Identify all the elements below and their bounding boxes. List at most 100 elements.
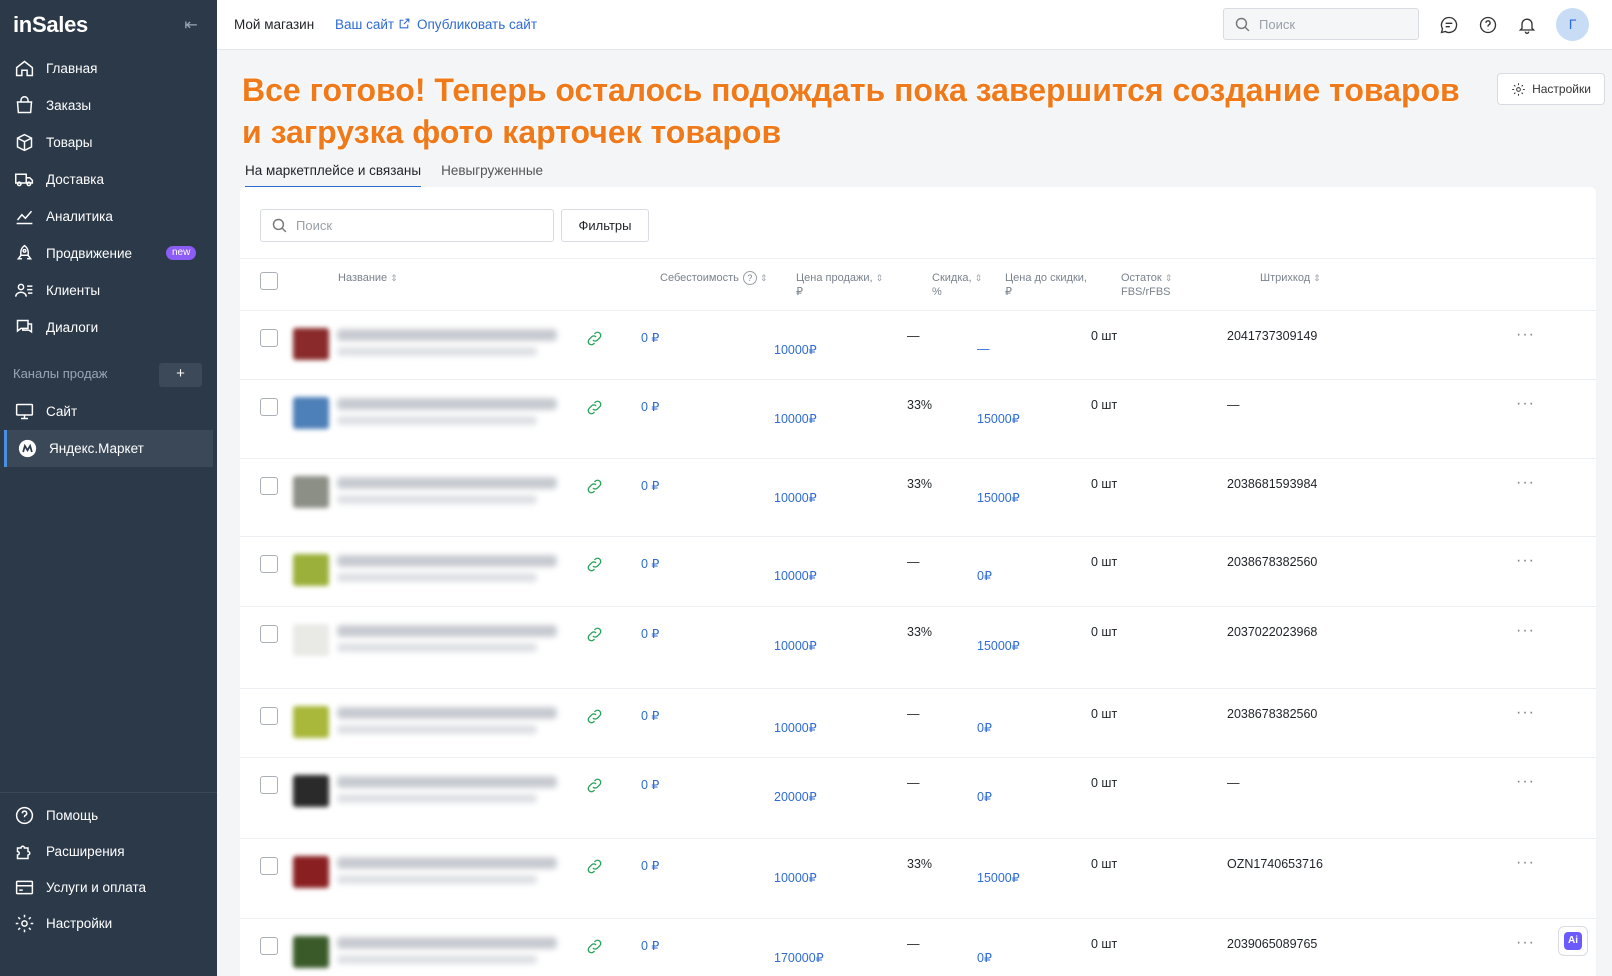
price-before-value[interactable]: 0₽ — [977, 720, 992, 735]
row-checkbox[interactable] — [260, 477, 278, 495]
tab-not-uploaded[interactable]: Невыгруженные — [441, 163, 543, 188]
publish-site-link[interactable]: Опубликовать сайт — [417, 17, 537, 32]
product-name-blurred[interactable] — [337, 477, 557, 489]
product-name-blurred[interactable] — [337, 937, 557, 949]
link-icon[interactable] — [585, 555, 605, 575]
column-price-before[interactable]: Цена до скидки, ₽ — [1005, 271, 1087, 299]
sidebar-bottom-item-0[interactable]: Помощь — [0, 797, 217, 833]
more-icon[interactable]: ··· — [1516, 395, 1535, 413]
link-icon[interactable] — [585, 776, 605, 796]
channel-item-1[interactable]: Яндекс.Маркет — [4, 430, 213, 467]
filters-button[interactable]: Фильтры — [561, 209, 649, 242]
price-value[interactable]: 10000₽ — [774, 720, 817, 735]
price-before-value[interactable]: 15000₽ — [977, 870, 1020, 885]
more-icon[interactable]: ··· — [1516, 854, 1535, 872]
product-thumbnail[interactable] — [293, 856, 329, 888]
product-thumbnail[interactable] — [293, 328, 329, 360]
sidebar-item-4[interactable]: Аналитика — [0, 198, 217, 235]
messages-icon[interactable] — [1437, 13, 1461, 37]
help-icon[interactable]: ? — [742, 271, 757, 285]
price-value[interactable]: 10000₽ — [774, 411, 817, 426]
settings-button[interactable]: Настройки — [1497, 73, 1605, 105]
link-icon[interactable] — [585, 707, 605, 727]
channel-item-0[interactable]: Сайт — [0, 393, 217, 430]
product-thumbnail[interactable] — [293, 706, 329, 738]
product-name-blurred[interactable] — [337, 398, 557, 410]
product-name-blurred[interactable] — [337, 857, 557, 869]
column-barcode[interactable]: Штрихкод ⇕ — [1260, 271, 1321, 285]
price-before-value[interactable]: 0₽ — [977, 950, 992, 965]
row-checkbox[interactable] — [260, 625, 278, 643]
cost-value[interactable]: 0 ₽ — [641, 938, 659, 953]
price-before-value[interactable]: 15000₽ — [977, 490, 1020, 505]
product-thumbnail[interactable] — [293, 624, 329, 656]
product-thumbnail[interactable] — [293, 775, 329, 807]
row-checkbox[interactable] — [260, 937, 278, 955]
column-discount[interactable]: Скидка, ⇕% — [932, 271, 982, 299]
cost-value[interactable]: 0 ₽ — [641, 399, 659, 414]
cost-value[interactable]: 0 ₽ — [641, 556, 659, 571]
column-price[interactable]: Цена продажи, ⇕ ₽ — [796, 271, 883, 299]
sidebar-item-3[interactable]: Доставка — [0, 161, 217, 198]
select-all-checkbox[interactable] — [260, 272, 278, 290]
sidebar-bottom-item-3[interactable]: Настройки — [0, 905, 217, 941]
your-site-link[interactable]: Ваш сайт — [335, 17, 411, 32]
column-stock[interactable]: Остаток ⇕ FBS/rFBS — [1121, 271, 1172, 299]
store-name[interactable]: Мой магазин — [234, 17, 314, 32]
row-checkbox[interactable] — [260, 398, 278, 416]
sidebar-bottom-item-1[interactable]: Расширения — [0, 833, 217, 869]
product-search-input[interactable] — [296, 218, 536, 233]
sidebar-item-6[interactable]: Клиенты — [0, 272, 217, 309]
row-checkbox[interactable] — [260, 707, 278, 725]
sidebar-item-1[interactable]: Заказы — [0, 87, 217, 124]
link-icon[interactable] — [585, 329, 605, 349]
collapse-sidebar-icon[interactable]: ⇤ — [181, 16, 201, 36]
cost-value[interactable]: 0 ₽ — [641, 478, 659, 493]
link-icon[interactable] — [585, 477, 605, 497]
sidebar-item-7[interactable]: Диалоги — [0, 309, 217, 346]
price-before-value[interactable]: — — [977, 342, 990, 356]
price-value[interactable]: 10000₽ — [774, 490, 817, 505]
price-before-value[interactable]: 0₽ — [977, 789, 992, 804]
price-value[interactable]: 10000₽ — [774, 870, 817, 885]
row-checkbox[interactable] — [260, 776, 278, 794]
product-thumbnail[interactable] — [293, 936, 329, 968]
product-name-blurred[interactable] — [337, 707, 557, 719]
price-value[interactable]: 10000₽ — [774, 342, 817, 357]
more-icon[interactable]: ··· — [1516, 326, 1535, 344]
row-checkbox[interactable] — [260, 857, 278, 875]
product-thumbnail[interactable] — [293, 397, 329, 429]
product-search[interactable] — [260, 209, 554, 242]
product-name-blurred[interactable] — [337, 625, 557, 637]
cost-value[interactable]: 0 ₽ — [641, 777, 659, 792]
product-thumbnail[interactable] — [293, 476, 329, 508]
price-value[interactable]: 10000₽ — [774, 568, 817, 583]
ai-assistant-button[interactable]: Ai — [1558, 926, 1588, 956]
price-before-value[interactable]: 15000₽ — [977, 638, 1020, 653]
product-thumbnail[interactable] — [293, 554, 329, 586]
more-icon[interactable]: ··· — [1516, 704, 1535, 722]
more-icon[interactable]: ··· — [1516, 474, 1535, 492]
top-search[interactable] — [1223, 8, 1419, 40]
row-checkbox[interactable] — [260, 329, 278, 347]
avatar[interactable]: Г — [1556, 8, 1589, 41]
tab-on-marketplace[interactable]: На маркетплейсе и связаны — [245, 163, 422, 188]
price-value[interactable]: 10000₽ — [774, 638, 817, 653]
top-search-input[interactable] — [1259, 16, 1409, 32]
add-channel-button[interactable]: + — [159, 363, 202, 387]
sidebar-item-2[interactable]: Товары — [0, 124, 217, 161]
cost-value[interactable]: 0 ₽ — [641, 330, 659, 345]
link-icon[interactable] — [585, 398, 605, 418]
cost-value[interactable]: 0 ₽ — [641, 858, 659, 873]
logo[interactable]: inSales — [13, 12, 88, 38]
link-icon[interactable] — [585, 625, 605, 645]
sidebar-item-0[interactable]: Главная — [0, 50, 217, 87]
price-value[interactable]: 20000₽ — [774, 789, 817, 804]
link-icon[interactable] — [585, 857, 605, 877]
sidebar-item-5[interactable]: Продвижение new — [0, 235, 217, 272]
help-icon[interactable] — [1476, 13, 1500, 37]
price-before-value[interactable]: 15000₽ — [977, 411, 1020, 426]
sidebar-bottom-item-2[interactable]: Услуги и оплата — [0, 869, 217, 905]
column-cost[interactable]: Себестоимость? ⇕ — [660, 271, 767, 285]
product-name-blurred[interactable] — [337, 555, 557, 567]
